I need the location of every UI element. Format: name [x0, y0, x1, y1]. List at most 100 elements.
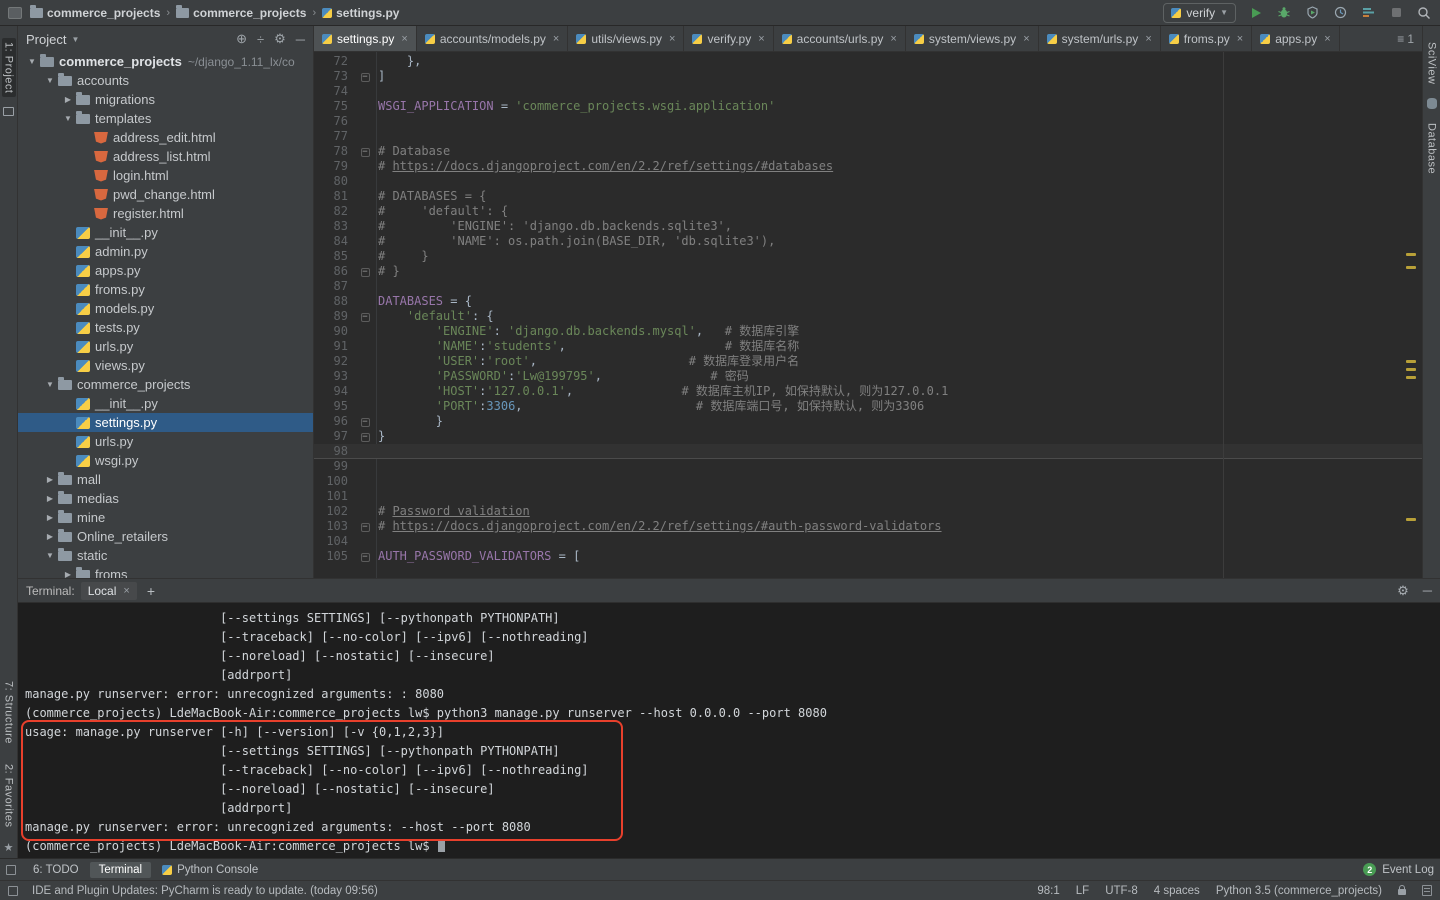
- tree-item[interactable]: ▼ accounts: [18, 71, 313, 90]
- code-line[interactable]: 85 # }: [314, 249, 1422, 264]
- code-line[interactable]: 82 # 'default': {: [314, 204, 1422, 219]
- toolwindow-button-structure[interactable]: 7: Structure: [2, 677, 16, 748]
- tree-item[interactable]: ▼ commerce_projects: [18, 375, 313, 394]
- run-config-selector[interactable]: verify ▼: [1163, 2, 1236, 23]
- code-line[interactable]: 81 # DATABASES = {: [314, 189, 1422, 204]
- tree-item[interactable]: address_list.html: [18, 147, 313, 166]
- minimize-icon[interactable]: ─: [1423, 583, 1432, 598]
- status-message[interactable]: IDE and Plugin Updates: PyCharm is ready…: [32, 885, 378, 897]
- line-separator[interactable]: LF: [1076, 885, 1089, 897]
- tree-item[interactable]: ▼ commerce_projects ~/django_1.11_lx/co: [18, 52, 313, 71]
- notifications-icon[interactable]: [1422, 885, 1432, 896]
- interpreter-selector[interactable]: Python 3.5 (commerce_projects): [1216, 885, 1382, 897]
- warning-mark[interactable]: [1406, 376, 1416, 379]
- concurrency-button[interactable]: [1360, 5, 1376, 21]
- close-icon[interactable]: ×: [890, 33, 896, 45]
- tree-item[interactable]: settings.py: [18, 413, 313, 432]
- project-panel-title[interactable]: Project: [26, 32, 66, 47]
- toolwindow-button-sciview[interactable]: SciView: [1425, 38, 1439, 88]
- breadcrumb-item[interactable]: commerce_projects: [176, 4, 306, 20]
- fold-marker-icon[interactable]: −: [360, 313, 370, 322]
- tree-item[interactable]: register.html: [18, 204, 313, 223]
- fold-marker-icon[interactable]: −: [360, 148, 370, 157]
- code-line[interactable]: 96 − }: [314, 414, 1422, 429]
- chevron-down-icon[interactable]: ▼: [42, 380, 58, 389]
- code-line[interactable]: 90 'ENGINE': 'django.db.backends.mysql',…: [314, 324, 1422, 339]
- tree-item[interactable]: ▼ templates: [18, 109, 313, 128]
- star-icon[interactable]: ★: [4, 841, 14, 854]
- settings-gear-icon[interactable]: ⚙: [1397, 583, 1409, 599]
- tree-item[interactable]: ▶ migrations: [18, 90, 313, 109]
- warning-mark[interactable]: [1406, 368, 1416, 371]
- close-icon[interactable]: ×: [1145, 33, 1151, 45]
- tabs-list-icon[interactable]: ≡: [1397, 32, 1404, 46]
- close-icon[interactable]: ×: [758, 33, 764, 45]
- code-line[interactable]: 92 'USER':'root', # 数据库登录用户名: [314, 354, 1422, 369]
- close-icon[interactable]: ×: [401, 33, 407, 45]
- tree-item[interactable]: ▶ froms: [18, 565, 313, 578]
- coverage-button[interactable]: [1304, 5, 1320, 21]
- warning-mark[interactable]: [1406, 360, 1416, 363]
- code-line[interactable]: 105 − AUTH_PASSWORD_VALIDATORS = [: [314, 549, 1422, 564]
- code-line[interactable]: 74: [314, 84, 1422, 99]
- tree-item[interactable]: ▶ Online_retailers: [18, 527, 313, 546]
- tree-item[interactable]: ▶ mall: [18, 470, 313, 489]
- tree-item[interactable]: views.py: [18, 356, 313, 375]
- close-icon[interactable]: ×: [553, 33, 559, 45]
- code-line[interactable]: 86 − # }: [314, 264, 1422, 279]
- editor-tab[interactable]: verify.py ×: [684, 26, 774, 51]
- toolwindows-quick-access-icon[interactable]: [6, 864, 16, 875]
- tree-item[interactable]: urls.py: [18, 337, 313, 356]
- fold-marker-icon[interactable]: −: [360, 418, 370, 427]
- code-line[interactable]: 101: [314, 489, 1422, 504]
- code-line[interactable]: 84 # 'NAME': os.path.join(BASE_DIR, 'db.s…: [314, 234, 1422, 249]
- code-line[interactable]: 89 − 'default': {: [314, 309, 1422, 324]
- editor-body[interactable]: 72 }, 73−] 74 75 WSGI_APPLICATION = 'commerc…: [314, 52, 1422, 578]
- code-line[interactable]: 97 −}: [314, 429, 1422, 444]
- code-line[interactable]: 80: [314, 174, 1422, 189]
- tree-item[interactable]: login.html: [18, 166, 313, 185]
- chevron-down-icon[interactable]: ▼: [60, 114, 76, 123]
- chevron-right-icon[interactable]: ▶: [42, 532, 58, 541]
- breadcrumb-item[interactable]: commerce_projects: [30, 4, 160, 20]
- code-line[interactable]: 88 DATABASES = {: [314, 294, 1422, 309]
- code-line[interactable]: 94 'HOST':'127.0.0.1', # 数据库主机IP, 如保持默认,…: [314, 384, 1422, 399]
- tree-item[interactable]: ▼ static: [18, 546, 313, 565]
- chevron-down-icon[interactable]: ▼: [42, 76, 58, 85]
- code-line[interactable]: 78 − # Database: [314, 144, 1422, 159]
- chevron-down-icon[interactable]: ▼: [24, 57, 40, 66]
- editor-tab[interactable]: system/urls.py ×: [1039, 26, 1161, 51]
- warning-mark[interactable]: [1406, 518, 1416, 521]
- run-button[interactable]: [1248, 5, 1264, 21]
- settings-gear-icon[interactable]: ⚙: [274, 31, 286, 47]
- tree-item[interactable]: ▶ mine: [18, 508, 313, 527]
- locate-icon[interactable]: ⊕: [236, 31, 247, 47]
- fold-marker-icon[interactable]: −: [360, 523, 370, 532]
- editor-tab[interactable]: accounts/urls.py ×: [774, 26, 906, 51]
- chevron-right-icon[interactable]: ▶: [42, 494, 58, 503]
- tree-item[interactable]: __init__.py: [18, 223, 313, 242]
- tree-item[interactable]: tests.py: [18, 318, 313, 337]
- toolwindow-button-database[interactable]: Database: [1425, 119, 1439, 178]
- toolwindow-button-project[interactable]: 1: Project: [1, 38, 16, 98]
- tree-item[interactable]: urls.py: [18, 432, 313, 451]
- close-icon[interactable]: ×: [1023, 33, 1029, 45]
- tree-item[interactable]: ▶ medias: [18, 489, 313, 508]
- chevron-right-icon[interactable]: ▶: [60, 95, 76, 104]
- toolbar-tab-todo[interactable]: 6: TODO: [24, 862, 88, 878]
- event-log-button[interactable]: 2 Event Log: [1363, 863, 1434, 876]
- code-line[interactable]: 100: [314, 474, 1422, 489]
- editor-tab[interactable]: settings.py ×: [314, 26, 417, 51]
- code-line[interactable]: 73 −]: [314, 69, 1422, 84]
- code-line[interactable]: 76: [314, 114, 1422, 129]
- chevron-right-icon[interactable]: ▶: [42, 475, 58, 484]
- warning-mark[interactable]: [1406, 253, 1416, 256]
- code-line[interactable]: 104: [314, 534, 1422, 549]
- database-icon[interactable]: [1426, 98, 1437, 110]
- new-session-icon[interactable]: +: [147, 583, 155, 599]
- hide-panel-icon[interactable]: ─: [296, 32, 305, 47]
- tree-item[interactable]: models.py: [18, 299, 313, 318]
- close-icon[interactable]: ×: [1237, 33, 1243, 45]
- tree-item[interactable]: __init__.py: [18, 394, 313, 413]
- code-line[interactable]: 98: [314, 444, 1422, 459]
